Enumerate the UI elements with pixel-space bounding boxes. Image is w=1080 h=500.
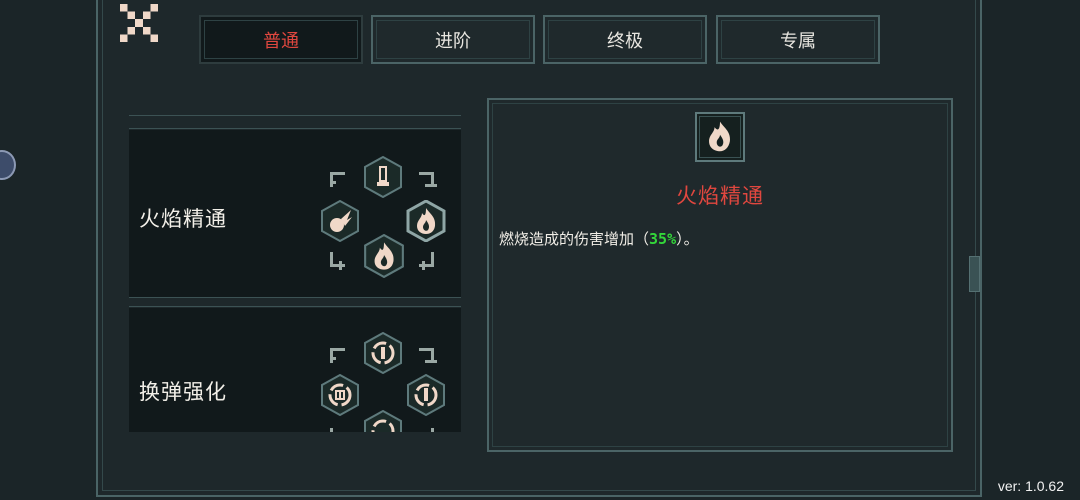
tab-ultimate[interactable]: 终极 [543, 15, 707, 64]
skill-item-name: 换弹强化 [139, 380, 227, 404]
reload-icon [364, 332, 402, 374]
tab-label: 终极 [607, 30, 643, 52]
detail-desc-value: 35% [649, 230, 677, 248]
close-button[interactable] [120, 4, 158, 42]
arrow-up-left-icon [330, 172, 345, 187]
detail-desc-prefix: 燃烧造成的伤害增加（ [499, 230, 650, 248]
arrow-down-right-icon [419, 348, 437, 363]
arrow-down-left-icon [419, 252, 434, 270]
arrow-down-right-icon [419, 172, 437, 187]
skill-item-name: 火焰精通 [139, 207, 227, 231]
flame-icon [364, 234, 404, 278]
reload-icon [407, 374, 445, 416]
skill-item-flame-mastery[interactable]: 火焰精通 [129, 130, 461, 298]
detail-icon-frame [695, 112, 745, 162]
version-label: ver: 1.0.62 [997, 478, 1064, 494]
tab-advanced[interactable]: 进阶 [371, 15, 535, 64]
bullet-flame-icon [364, 156, 402, 198]
list-divider [129, 306, 461, 307]
reload-icon [321, 374, 359, 416]
tab-exclusive[interactable]: 专属 [716, 15, 880, 64]
list-divider [129, 297, 461, 298]
tab-label: 专属 [780, 30, 816, 52]
scrollbar-thumb[interactable] [969, 256, 980, 292]
tab-label: 普通 [263, 30, 299, 52]
arrow-up-left-icon [330, 348, 345, 363]
arrow-down-right-icon [330, 252, 345, 270]
skill-detail-panel: 火焰精通 燃烧造成的伤害增加（35%）。 [487, 98, 953, 452]
detail-desc-suffix: ）。 [676, 230, 699, 248]
close-icon [120, 4, 158, 42]
arrow-down-left-icon [431, 428, 434, 432]
tab-label: 进阶 [435, 30, 471, 52]
reload-icon [364, 410, 402, 432]
flame-icon [406, 200, 446, 242]
flame-icon [709, 121, 730, 152]
skill-item-reload-boost[interactable]: 换弹强化 [129, 308, 461, 432]
fireball-icon [321, 200, 359, 242]
list-divider [129, 115, 461, 116]
detail-description: 燃烧造成的伤害增加（35%）。 [499, 228, 699, 249]
skill-list[interactable]: 火焰精通 换弹强化 [129, 110, 461, 432]
arrow-down-right-icon [330, 428, 333, 432]
side-menu-button[interactable] [0, 150, 16, 180]
detail-title: 火焰精通 [676, 184, 764, 208]
scrollbar-track[interactable] [968, 0, 982, 497]
tab-normal[interactable]: 普通 [199, 15, 363, 64]
list-divider [129, 128, 461, 129]
